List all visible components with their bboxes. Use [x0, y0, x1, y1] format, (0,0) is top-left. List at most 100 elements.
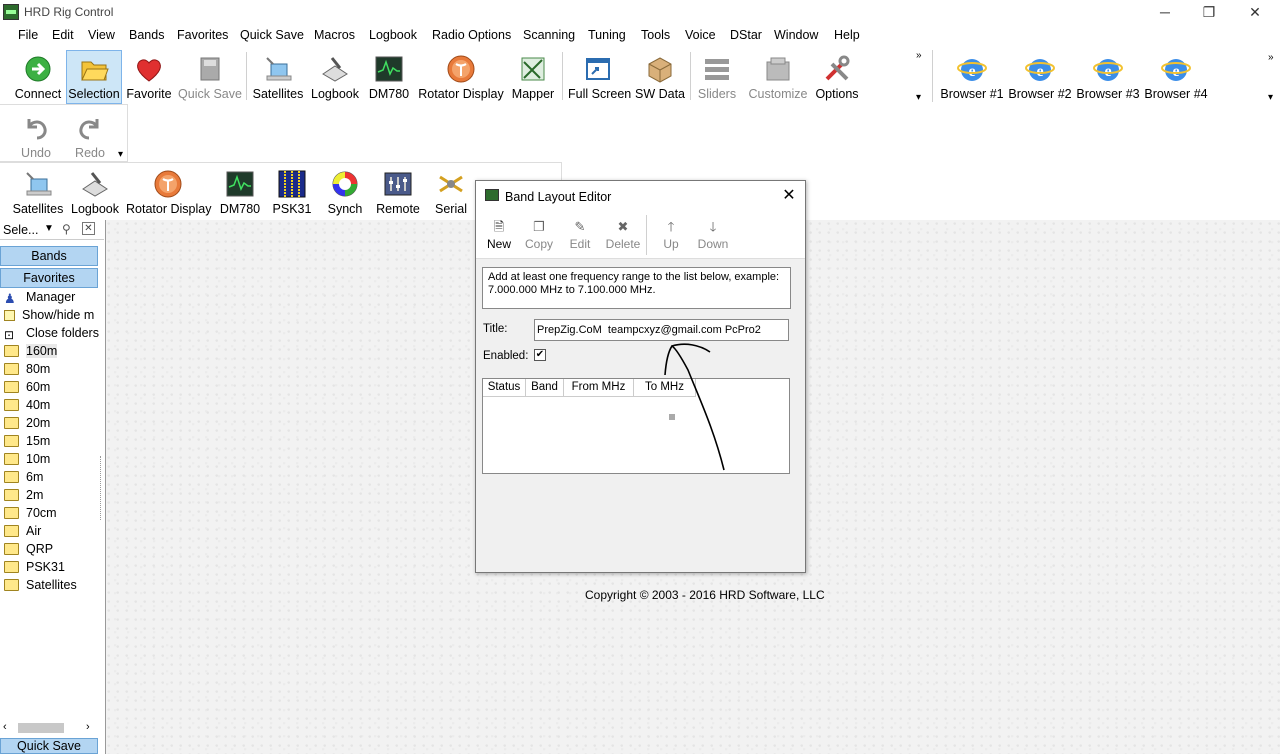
restore-button[interactable]: ❐	[1186, 2, 1232, 22]
list-item-show-hide[interactable]: Show/hide m	[4, 308, 100, 326]
tab-quick-save[interactable]: Quick Save	[0, 738, 98, 754]
menu-scanning[interactable]: Scanning	[523, 28, 575, 42]
frequency-range-list[interactable]: Status Band From MHz To MHz	[482, 378, 790, 474]
favorite-button[interactable]: Favorite	[124, 54, 174, 101]
menu-window[interactable]: Window	[774, 28, 818, 42]
dm780-button[interactable]: DM780	[366, 54, 412, 101]
connect-button[interactable]: Connect	[12, 54, 64, 101]
panel-splitter[interactable]	[100, 456, 102, 520]
column-to-mhz[interactable]: To MHz	[634, 379, 696, 397]
enabled-checkbox[interactable]: ✔	[534, 349, 546, 361]
minimize-button[interactable]: ─	[1142, 2, 1188, 22]
browser-4-button[interactable]: e Browser #4	[1144, 54, 1208, 101]
browsers-overflow-icon[interactable]: »	[1268, 52, 1274, 63]
list-item-60m[interactable]: 60m	[4, 380, 100, 398]
sliders-button[interactable]: Sliders	[694, 54, 740, 101]
logbook-icon	[82, 172, 108, 197]
list-item-psk31[interactable]: PSK31	[4, 560, 100, 578]
list-item-manager[interactable]: ♟ Manager	[4, 290, 100, 308]
menu-logbook[interactable]: Logbook	[369, 28, 417, 42]
tab-bands[interactable]: Bands	[0, 246, 98, 266]
rotator-display-button[interactable]: Rotator Display	[418, 54, 504, 101]
down-button[interactable]: 🡓 Down	[695, 219, 731, 251]
menu-radio-options[interactable]: Radio Options	[432, 28, 511, 42]
list-item-40m[interactable]: 40m	[4, 398, 100, 416]
menu-bands[interactable]: Bands	[129, 28, 164, 42]
edit-button[interactable]: ✎ Edit	[568, 219, 592, 251]
selection-button[interactable]: Selection	[66, 50, 122, 104]
satellites-button-2[interactable]: Satellites	[12, 169, 64, 216]
toolbar-overflow-icon[interactable]: »	[916, 50, 922, 61]
browsers-dropdown-icon[interactable]: ▾	[1268, 92, 1273, 103]
column-status[interactable]: Status	[483, 379, 526, 397]
undo-toolbar-dropdown-icon[interactable]: ▾	[118, 149, 123, 160]
list-item-close-folders[interactable]: ⊡ Close folders	[4, 326, 100, 344]
save-icon	[200, 57, 220, 81]
list-item-15m[interactable]: 15m	[4, 434, 100, 452]
logbook-button-2[interactable]: Logbook	[68, 169, 122, 216]
arrow-down-icon: 🡓	[709, 219, 717, 234]
quick-save-button[interactable]: Quick Save	[178, 54, 242, 101]
pin-icon[interactable]: ⚲	[62, 222, 71, 236]
copy-button[interactable]: ❐ Copy	[524, 219, 554, 251]
up-button[interactable]: 🡑 Up	[659, 219, 683, 251]
delete-button[interactable]: ✖ Delete	[605, 219, 641, 251]
undo-button[interactable]: Undo	[14, 113, 58, 160]
menu-tools[interactable]: Tools	[641, 28, 670, 42]
logbook-button[interactable]: Logbook	[308, 54, 362, 101]
menu-quick-save[interactable]: Quick Save	[240, 28, 304, 42]
list-item-160m[interactable]: 160m	[4, 344, 100, 362]
close-button[interactable]: ✕	[1232, 2, 1278, 22]
list-item-satellites[interactable]: Satellites	[4, 578, 100, 596]
remote-button[interactable]: Remote	[374, 169, 422, 216]
scroll-left-icon[interactable]: ‹	[3, 721, 7, 733]
menu-bar: File Edit View Bands Favorites Quick Sav…	[0, 24, 1280, 46]
horizontal-scrollbar[interactable]: ‹ ›	[0, 720, 98, 736]
redo-button[interactable]: Redo	[68, 113, 112, 160]
toolbar-dropdown-icon[interactable]: ▾	[916, 92, 921, 103]
mapper-button[interactable]: Mapper	[508, 54, 558, 101]
menu-help[interactable]: Help	[834, 28, 860, 42]
customize-button[interactable]: Customize	[748, 54, 808, 101]
scroll-right-icon[interactable]: ›	[86, 721, 90, 733]
browser-2-button[interactable]: e Browser #2	[1008, 54, 1072, 101]
menu-view[interactable]: View	[88, 28, 115, 42]
list-item-2m[interactable]: 2m	[4, 488, 100, 506]
list-item-20m[interactable]: 20m	[4, 416, 100, 434]
full-screen-button[interactable]: Full Screen	[568, 54, 631, 101]
list-item-10m[interactable]: 10m	[4, 452, 100, 470]
sw-data-button[interactable]: SW Data	[634, 54, 686, 101]
rotator-display-button-2[interactable]: Rotator Display	[126, 169, 211, 216]
list-item-70cm[interactable]: 70cm	[4, 506, 100, 524]
list-item-air[interactable]: Air	[4, 524, 100, 542]
new-document-icon: 🗎	[493, 219, 505, 234]
dm780-button-2[interactable]: DM780	[218, 169, 262, 216]
column-band[interactable]: Band	[526, 379, 564, 397]
panel-close-icon[interactable]: ✕	[82, 222, 95, 235]
title-input[interactable]	[534, 319, 789, 341]
dm780-icon	[375, 56, 403, 82]
menu-tuning[interactable]: Tuning	[588, 28, 626, 42]
column-from-mhz[interactable]: From MHz	[564, 379, 634, 397]
dialog-close-button[interactable]: ✕	[779, 185, 799, 205]
browser-3-button[interactable]: e Browser #3	[1076, 54, 1140, 101]
menu-favorites[interactable]: Favorites	[177, 28, 228, 42]
browser-1-button[interactable]: e Browser #1	[940, 54, 1004, 101]
tab-favorites[interactable]: Favorites	[0, 268, 98, 288]
psk31-button[interactable]: PSK31	[272, 169, 312, 216]
list-item-80m[interactable]: 80m	[4, 362, 100, 380]
menu-macros[interactable]: Macros	[314, 28, 355, 42]
serial-button[interactable]: Serial	[430, 169, 472, 216]
synch-button[interactable]: Synch	[324, 169, 366, 216]
options-button[interactable]: Options	[812, 54, 862, 101]
list-item-6m[interactable]: 6m	[4, 470, 100, 488]
menu-file[interactable]: File	[18, 28, 38, 42]
panel-dropdown-icon[interactable]: ▼	[44, 223, 54, 234]
menu-voice[interactable]: Voice	[685, 28, 716, 42]
new-button[interactable]: 🗎 New	[486, 219, 512, 251]
menu-dstar[interactable]: DStar	[730, 28, 762, 42]
list-item-qrp[interactable]: QRP	[4, 542, 100, 560]
satellites-button[interactable]: Satellites	[252, 54, 304, 101]
scroll-thumb[interactable]	[18, 723, 64, 733]
menu-edit[interactable]: Edit	[52, 28, 74, 42]
